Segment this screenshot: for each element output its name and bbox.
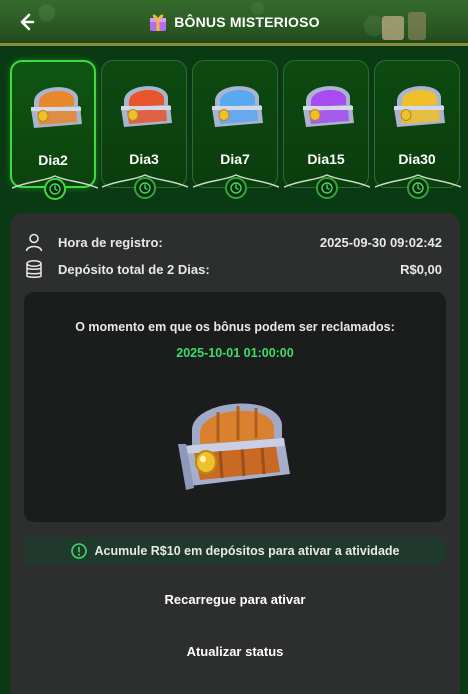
day-label: Dia30 — [398, 151, 436, 167]
treasure-chest-icon — [178, 403, 290, 490]
deposit-value: R$0,00 — [400, 261, 442, 277]
alert-text: Acumule R$10 em depósitos para ativar a … — [94, 544, 400, 558]
bonus-panel: Hora de registro: 2025-09-30 09:02:42 De… — [10, 213, 460, 694]
registration-row: Hora de registro: 2025-09-30 09:02:42 — [24, 231, 442, 253]
info-icon — [70, 543, 87, 559]
mystery-box-icon — [150, 14, 167, 31]
clock-icon — [44, 178, 66, 200]
day-card-3[interactable]: Dia7 — [192, 60, 279, 199]
chest-icon — [394, 86, 445, 127]
chest-icon — [212, 86, 263, 127]
day-label: Dia7 — [220, 151, 250, 167]
deposit-row: Depósito total de 2 Dias: R$0,00 — [24, 258, 442, 280]
clock-icon — [225, 177, 247, 199]
user-icon — [25, 233, 43, 252]
activation-alert: Acumule R$10 em depósitos para ativar a … — [24, 537, 446, 565]
page-title: BÔNUS MISTERIOSO — [174, 14, 320, 30]
claim-card: O momento em que os bônus podem ser recl… — [24, 292, 446, 522]
clock-icon — [407, 177, 429, 199]
claim-date: 2025-10-01 01:00:00 — [176, 346, 294, 360]
clock-icon — [316, 177, 338, 199]
refresh-status-button[interactable]: Atualizar status — [24, 635, 446, 667]
header-bar: BÔNUS MISTERIOSO — [0, 0, 468, 46]
deposit-label: Depósito total de 2 Dias: — [58, 261, 210, 277]
recharge-button[interactable]: Recarregue para ativar — [24, 583, 446, 615]
chest-icon — [31, 87, 82, 128]
coins-icon — [26, 259, 42, 278]
day-card-1[interactable]: Dia2 — [10, 60, 98, 200]
clock-icon — [134, 177, 156, 199]
day-card-5[interactable]: Dia30 — [374, 60, 461, 199]
day-label: Dia3 — [129, 151, 159, 167]
claim-message: O momento em que os bônus podem ser recl… — [75, 320, 395, 334]
chest-icon — [303, 86, 354, 127]
day-label: Dia2 — [38, 152, 68, 168]
registration-value: 2025-09-30 09:02:42 — [319, 234, 442, 250]
header-decoration — [382, 12, 426, 40]
registration-label: Hora de registro: — [58, 234, 163, 250]
day-card-2[interactable]: Dia3 — [101, 60, 188, 199]
chest-icon — [121, 86, 172, 127]
day-label: Dia15 — [307, 151, 345, 167]
day-card-4[interactable]: Dia15 — [283, 60, 370, 199]
days-strip: Dia2 Dia3 Dia7 Dia15 Dia30 — [10, 60, 461, 205]
